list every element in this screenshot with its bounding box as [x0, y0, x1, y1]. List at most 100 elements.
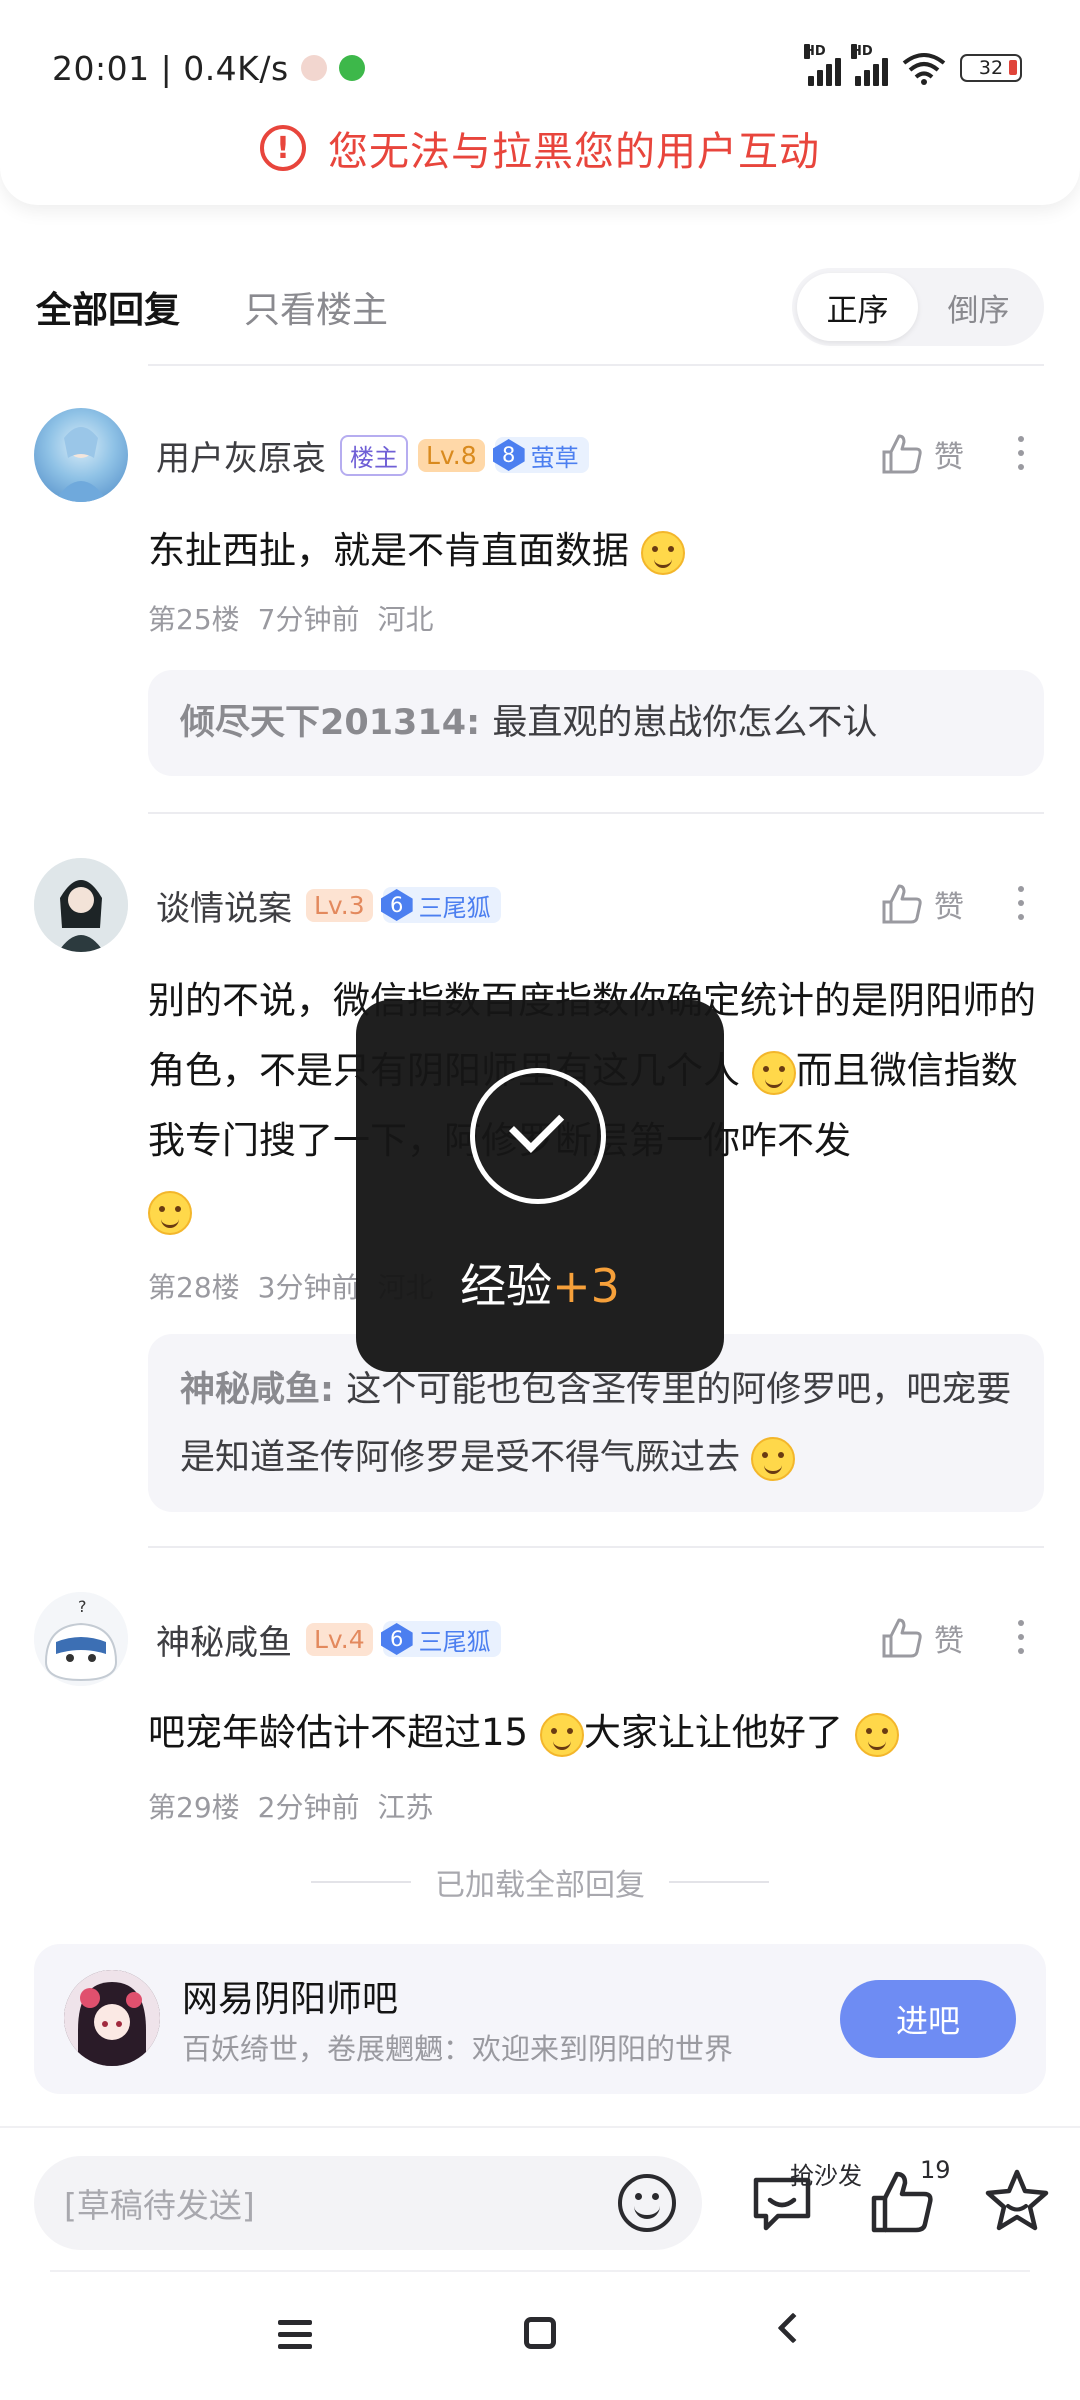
post-time: 7分钟前: [257, 603, 360, 636]
more-options-icon[interactable]: [1016, 886, 1026, 920]
tab-op-only[interactable]: 只看楼主: [244, 281, 388, 333]
post-text-part2: 大家让让他好了: [583, 1711, 843, 1754]
back-icon[interactable]: [777, 2312, 809, 2344]
more-options-icon[interactable]: [1016, 436, 1026, 470]
reply-filter-row: 全部回复 只看楼主 正序 倒序: [0, 252, 1080, 362]
fan-level-gem: 6: [380, 1623, 413, 1655]
thumbs-up-icon: [882, 884, 922, 924]
toast-label: 经验: [460, 1259, 553, 1313]
notification-icon: [300, 55, 327, 81]
sort-desc-button[interactable]: 倒序: [918, 273, 1039, 341]
svg-text:?: ?: [78, 1597, 87, 1616]
level-badge: Lv.8: [418, 438, 485, 472]
fan-level-gem: 8: [492, 439, 525, 471]
author-name[interactable]: 用户灰原哀: [156, 431, 326, 480]
post-location: 河北: [377, 603, 434, 636]
top-card: 20:01 | 0.4K/s HD HD 32 ! 您无法与拉黑您的用户互动: [0, 0, 1080, 205]
forum-card[interactable]: 网易阴阳师吧 百妖绮世，卷展魍魉：欢迎来到阴阳的世界 进吧: [34, 1944, 1046, 2094]
experience-toast: 经验+3: [356, 1000, 724, 1372]
divider: [148, 1546, 1044, 1548]
level-badge: Lv.3: [306, 888, 373, 922]
reply-input[interactable]: [草稿待发送]: [34, 2156, 702, 2250]
sub-reply-text: 最直观的崽战你怎么不认: [492, 703, 878, 743]
checkmark-icon: [470, 1068, 606, 1204]
avatar-image: ?: [34, 1592, 128, 1686]
recent-apps-icon[interactable]: [278, 2320, 312, 2349]
app-notification-icon: [338, 55, 365, 81]
post-text-part1: 吧宠年龄估计不超过15: [148, 1711, 529, 1754]
avatar[interactable]: [34, 858, 128, 952]
avatar-image: [54, 427, 108, 502]
fan-title: 三尾狐: [418, 893, 491, 922]
more-options-icon[interactable]: [1016, 1620, 1026, 1654]
like-label: 赞: [934, 440, 964, 475]
covering-mouth-emoji-icon: [640, 530, 685, 575]
like-count: 19: [920, 2156, 951, 2184]
forum-slogan: 百妖绮世，卷展魍魉：欢迎来到阴阳的世界: [182, 2032, 734, 2066]
avatar[interactable]: [34, 408, 128, 502]
reply-post: ? 神秘咸鱼 Lv.4 6 三尾狐 赞 吧宠年龄估计不超过15 大家让让他好了 …: [0, 1590, 1080, 1830]
battery-icon: 32: [960, 54, 1022, 82]
sleepy-emoji-icon: [751, 1050, 796, 1095]
author-row: 用户灰原哀 楼主 Lv.8 8 萤草: [156, 430, 589, 480]
post-text: 东扯西扯，就是不肯直面数据: [148, 529, 629, 572]
like-button[interactable]: 赞: [880, 432, 964, 476]
home-icon[interactable]: [524, 2317, 556, 2349]
like-label: 赞: [934, 1624, 964, 1659]
divider: [148, 364, 1044, 366]
thumbs-up-icon: [882, 1618, 922, 1658]
star-favorite-icon[interactable]: [982, 2166, 1052, 2236]
signal-icon-2: HD: [851, 44, 888, 86]
fan-title: 萤草: [530, 443, 579, 472]
author-row: 神秘咸鱼 Lv.4 6 三尾狐: [156, 1614, 501, 1664]
post-time: 2分钟前: [257, 1791, 360, 1824]
status-time-speed: 20:01 | 0.4K/s: [52, 48, 289, 88]
sort-asc-button[interactable]: 正序: [797, 273, 918, 341]
emoji-picker-icon[interactable]: [618, 2174, 676, 2232]
fan-level-gem: 6: [380, 889, 413, 921]
loaded-all-text: 已加载全部回复: [435, 1868, 645, 1903]
author-name[interactable]: 谈情说案: [156, 881, 292, 930]
fan-badge: 6 三尾狐: [380, 1621, 501, 1657]
divider: [0, 2126, 1080, 2128]
forum-avatar: [64, 1970, 160, 2066]
fan-title: 三尾狐: [418, 1627, 491, 1656]
enter-forum-button[interactable]: 进吧: [840, 1980, 1016, 2058]
wifi-icon: [902, 53, 946, 85]
post-content: 东扯西扯，就是不肯直面数据: [148, 516, 1044, 586]
forum-avatar-image: [64, 1970, 160, 2066]
op-badge: 楼主: [340, 434, 408, 476]
error-message: 您无法与拉黑您的用户互动: [328, 129, 820, 175]
status-bar: 20:01 | 0.4K/s HD HD 32: [52, 44, 1022, 92]
alert-icon: !: [260, 125, 306, 171]
sofa-label: 抢沙发: [790, 2162, 862, 2190]
avatar-image: [34, 858, 128, 952]
author-name[interactable]: 神秘咸鱼: [156, 1615, 292, 1664]
loaded-all-indicator: 已加载全部回复: [0, 1860, 1080, 1904]
laughing-emoji-icon: [148, 1190, 192, 1235]
fan-badge: 8 萤草: [492, 437, 589, 473]
divider: [50, 2270, 1030, 2272]
sub-reply-box[interactable]: 倾尽天下201314: 最直观的崽战你怎么不认: [148, 670, 1044, 776]
error-banner: ! 您无法与拉黑您的用户互动: [0, 118, 1080, 178]
divider: [148, 812, 1044, 814]
battery-level: 32: [978, 57, 1004, 79]
reply-post: 用户灰原哀 楼主 Lv.8 8 萤草 赞 东扯西扯，就是不肯直面数据 第25楼 …: [0, 400, 1080, 820]
author-row: 谈情说案 Lv.3 6 三尾狐: [156, 880, 501, 930]
sort-toggle: 正序 倒序: [792, 268, 1044, 346]
signal-icon: HD: [804, 44, 841, 86]
floor-number: 第25楼: [148, 603, 240, 636]
sub-reply-author[interactable]: 倾尽天下201314: [180, 703, 466, 743]
sub-reply-author[interactable]: 神秘咸鱼: [180, 1370, 320, 1410]
smiling-emoji-icon: [539, 1712, 584, 1757]
like-button[interactable]: 赞: [880, 882, 964, 926]
post-meta: 第25楼 7分钟前 河北: [148, 598, 433, 638]
smiling-emoji-icon: [751, 1437, 796, 1481]
divider: [669, 1881, 769, 1883]
avatar[interactable]: ?: [34, 1592, 128, 1686]
tab-all-replies[interactable]: 全部回复: [36, 281, 180, 333]
status-left: 20:01 | 0.4K/s: [52, 49, 365, 88]
toast-value: +3: [552, 1259, 620, 1313]
like-button[interactable]: 赞: [880, 1616, 964, 1660]
like-label: 赞: [934, 890, 964, 925]
